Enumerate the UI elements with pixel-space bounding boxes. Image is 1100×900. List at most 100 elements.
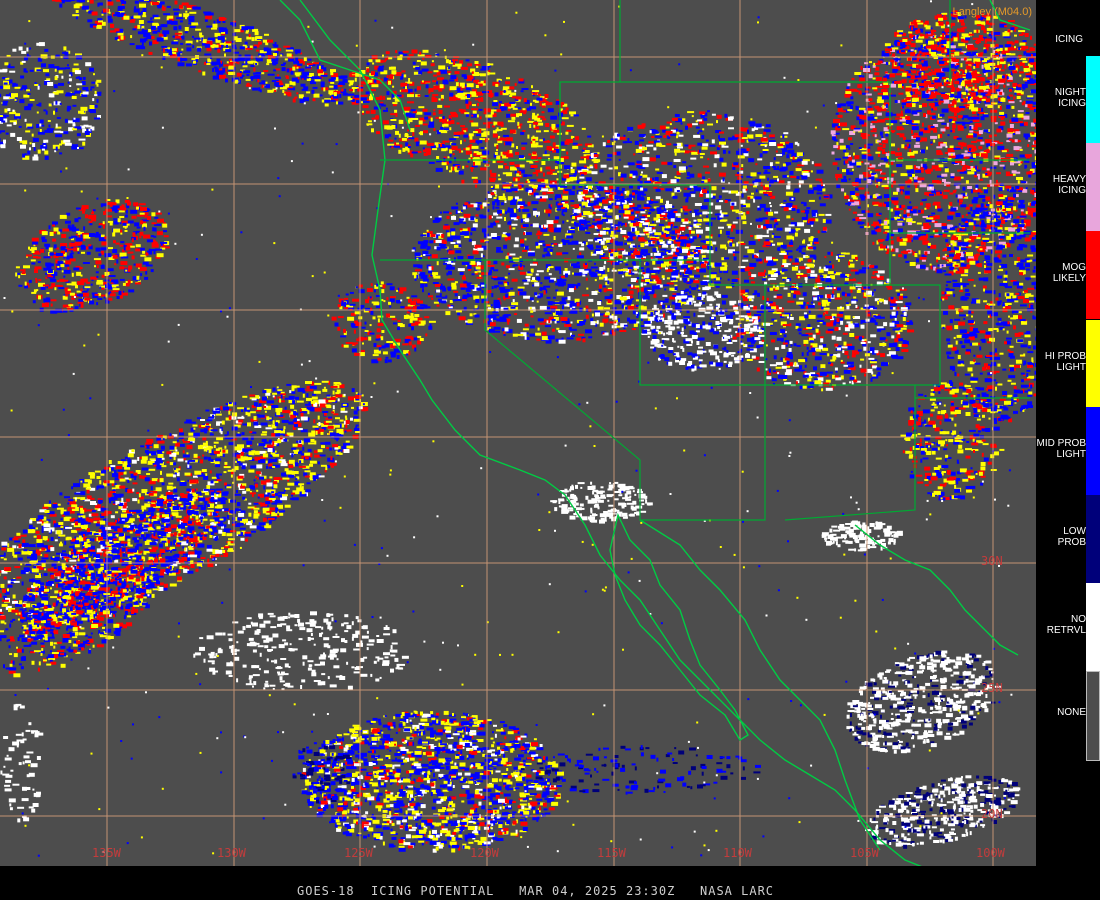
icing-pixel bbox=[471, 145, 479, 149]
icing-pixel bbox=[314, 407, 322, 412]
icing-pixel bbox=[290, 497, 293, 500]
icing-pixel bbox=[308, 432, 316, 437]
icing-pixel bbox=[283, 426, 286, 430]
icing-pixel bbox=[288, 465, 294, 469]
icing-pixel bbox=[184, 502, 192, 506]
icing-pixel bbox=[443, 123, 449, 127]
icing-pixel bbox=[526, 179, 529, 181]
icing-pixel bbox=[88, 649, 92, 654]
icing-pixel bbox=[335, 394, 343, 398]
icing-pixel bbox=[31, 237, 39, 242]
icing-pixel bbox=[204, 429, 208, 434]
icing-pixel bbox=[430, 63, 435, 67]
icing-pixel bbox=[297, 387, 305, 392]
icing-pixel bbox=[28, 622, 33, 625]
icing-pixel bbox=[63, 139, 71, 143]
icing-pixel bbox=[237, 416, 245, 419]
icing-pixel bbox=[469, 91, 476, 95]
icing-pixel bbox=[17, 557, 23, 561]
icing-pixel bbox=[433, 70, 439, 73]
icing-pixel bbox=[378, 66, 383, 69]
icing-pixel bbox=[458, 170, 464, 175]
icing-pixel bbox=[79, 267, 83, 270]
icing-pixel bbox=[81, 116, 88, 121]
icing-pixel bbox=[514, 83, 517, 86]
icing-pixel bbox=[320, 464, 327, 467]
icing-pixel bbox=[439, 130, 447, 132]
icing-pixel bbox=[138, 551, 142, 554]
icing-pixel bbox=[180, 530, 186, 534]
icing-pixel bbox=[422, 123, 428, 126]
icing-pixel bbox=[80, 480, 83, 483]
icing-pixel bbox=[275, 458, 278, 461]
icing-pixel bbox=[496, 109, 502, 113]
icing-pixel bbox=[150, 512, 154, 517]
icing-pixel bbox=[13, 653, 18, 658]
icing-pixel bbox=[255, 476, 257, 478]
icing-pixel bbox=[520, 131, 525, 135]
icing-pixel bbox=[280, 394, 283, 399]
icing-pixel bbox=[470, 154, 473, 158]
icing-pixel bbox=[408, 137, 415, 140]
icing-pixel bbox=[249, 431, 253, 434]
icing-pixel bbox=[12, 48, 17, 52]
icing-pixel bbox=[96, 98, 99, 103]
icing-pixel bbox=[41, 563, 46, 568]
icing-pixel bbox=[566, 129, 572, 132]
icing-pixel bbox=[268, 439, 272, 444]
icing-pixel bbox=[41, 236, 46, 240]
icing-pixel bbox=[201, 425, 206, 427]
icing-pixel bbox=[451, 146, 458, 151]
icing-pixel bbox=[228, 415, 232, 420]
icing-pixel bbox=[166, 451, 172, 455]
icing-pixel bbox=[36, 69, 42, 72]
icing-pixel bbox=[506, 77, 510, 80]
icing-pixel bbox=[0, 593, 2, 598]
icing-pixel bbox=[212, 526, 217, 530]
icing-pixel bbox=[306, 389, 314, 392]
icing-pixel bbox=[27, 638, 32, 642]
icing-pixel bbox=[504, 165, 509, 169]
icing-pixel bbox=[50, 574, 55, 579]
icing-pixel bbox=[257, 496, 260, 499]
icing-pixel bbox=[475, 140, 483, 144]
icing-pixel bbox=[23, 644, 30, 647]
icing-pixel bbox=[21, 272, 26, 275]
icing-pixel bbox=[422, 108, 428, 112]
icing-pixel bbox=[40, 59, 43, 62]
icing-pixel bbox=[115, 242, 120, 245]
icing-pixel bbox=[96, 644, 104, 648]
icing-pixel bbox=[46, 292, 50, 294]
icing-pixel bbox=[279, 398, 282, 403]
icing-pixel bbox=[28, 279, 32, 283]
icing-pixel bbox=[36, 42, 41, 46]
icing-pixel bbox=[89, 67, 94, 72]
icing-pixel bbox=[202, 454, 205, 457]
icing-pixel bbox=[119, 478, 126, 482]
icing-pixel bbox=[90, 585, 98, 590]
icing-pixel bbox=[0, 630, 4, 633]
icing-pixel bbox=[514, 164, 521, 168]
icing-pixel bbox=[482, 91, 489, 94]
icing-pixel bbox=[309, 472, 316, 476]
icing-pixel bbox=[292, 400, 296, 405]
icing-pixel bbox=[385, 51, 390, 55]
icing-pixel bbox=[47, 82, 54, 86]
icing-pixel bbox=[263, 485, 266, 490]
icing-pixel bbox=[503, 163, 507, 166]
icing-pixel bbox=[137, 214, 145, 217]
icing-pixel bbox=[75, 53, 82, 56]
icing-pixel bbox=[170, 550, 172, 553]
icing-pixel bbox=[69, 607, 73, 612]
icing-pixel bbox=[215, 464, 221, 468]
icing-pixel bbox=[83, 599, 89, 603]
icing-pixel bbox=[165, 499, 173, 502]
icing-pixel bbox=[108, 636, 114, 639]
icing-pixel bbox=[101, 599, 104, 602]
icing-pixel bbox=[102, 543, 106, 547]
icing-pixel bbox=[530, 102, 532, 106]
icing-pixel bbox=[41, 583, 44, 586]
icing-pixel bbox=[542, 118, 547, 121]
icing-pixel bbox=[70, 632, 75, 637]
icing-pixel bbox=[235, 524, 241, 527]
